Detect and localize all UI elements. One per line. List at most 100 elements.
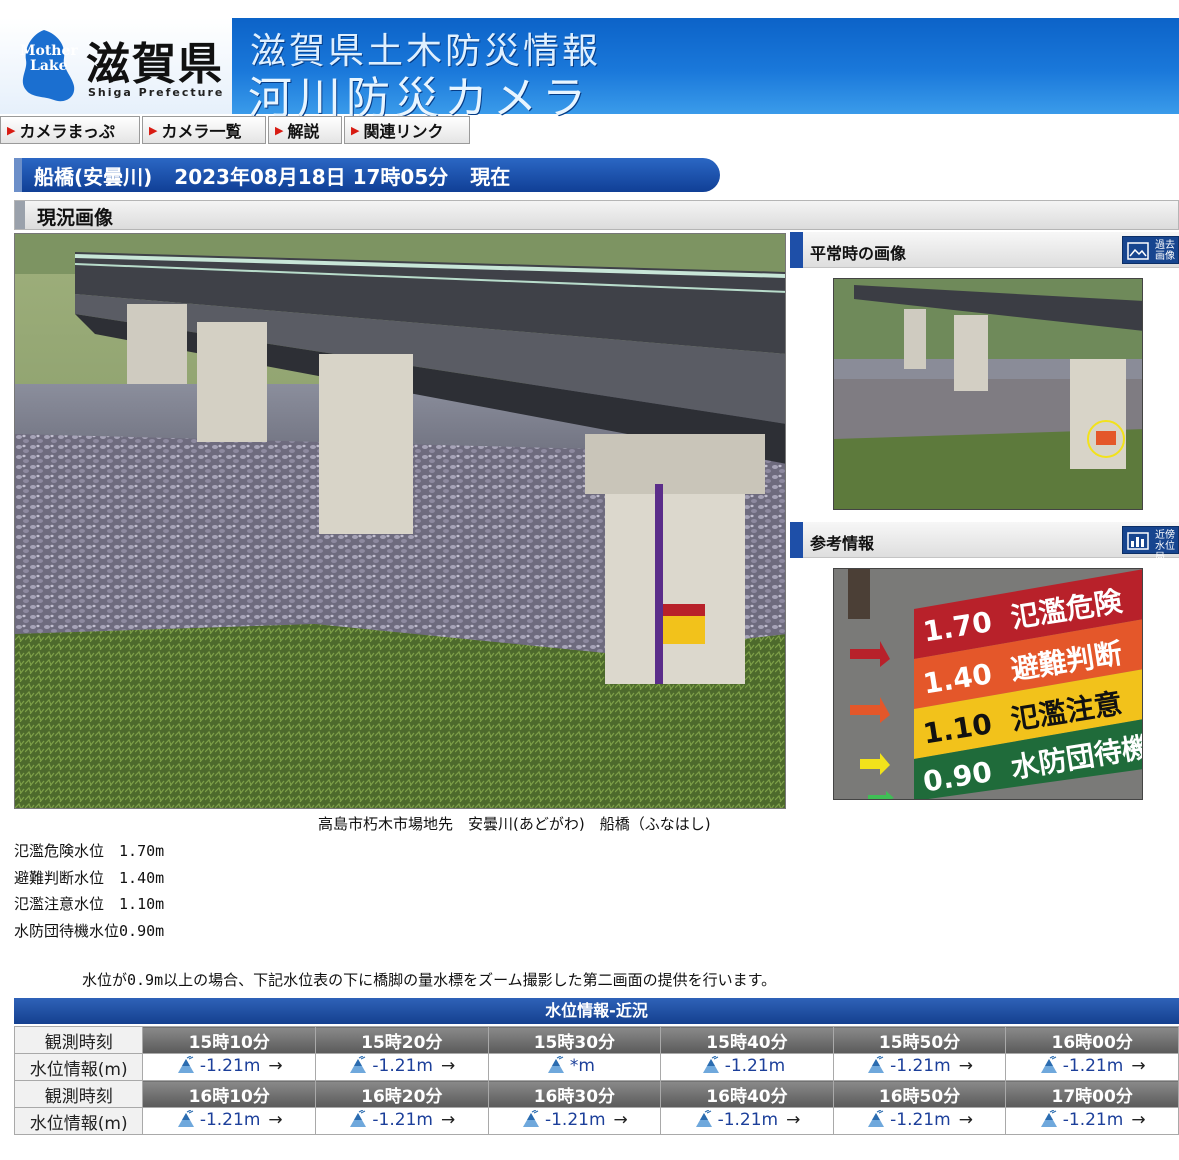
threshold-label: 避難判断水位 xyxy=(14,868,105,887)
station-name: 船橋(安曇川) xyxy=(34,164,153,189)
location-bar-accent xyxy=(14,158,22,192)
nav-explanation[interactable]: ▶ 解説 xyxy=(268,116,342,144)
play-triangle-icon: ▶ xyxy=(351,123,360,137)
panel-accent xyxy=(790,232,803,268)
threshold-label: 氾濫注意水位 xyxy=(14,895,105,913)
threshold-value: 1.70m xyxy=(119,842,165,860)
camera-photo xyxy=(15,234,785,808)
water-level-thresholds: 氾濫危険水位 1.70m 避難判断水位 1.40m 氾濫注意水位 1.10m 水… xyxy=(14,838,164,944)
water-level-table-title: 水位情報-近況 xyxy=(14,998,1179,1024)
normal-image-thumbnail[interactable] xyxy=(833,278,1143,510)
trend-arrow-icon: → xyxy=(1131,1109,1146,1130)
section-title: 現況画像 xyxy=(37,207,114,229)
water-level-icon xyxy=(176,1108,196,1133)
trend-arrow-icon: → xyxy=(1131,1055,1146,1076)
prefecture-name: 滋賀県 xyxy=(86,39,224,90)
nav-camera-map[interactable]: ▶ カメラまっぷ xyxy=(0,116,140,144)
water-level-icon xyxy=(694,1108,714,1133)
threshold-label: 水防団待機水位 xyxy=(14,921,120,940)
trend-arrow-icon: → xyxy=(613,1109,628,1130)
threshold-value: 0.90m xyxy=(119,921,165,940)
status-label: 現在 xyxy=(470,164,511,189)
water-level-icon xyxy=(1039,1054,1059,1079)
logo-text-top: Mother xyxy=(20,43,78,59)
threshold-row: 氾濫危険水位 1.70m xyxy=(14,838,164,865)
threshold-label: 氾濫危険水位 xyxy=(14,842,105,860)
observation-time: 15時20分 xyxy=(315,1026,489,1054)
water-level-icon xyxy=(701,1054,721,1079)
observation-time: 16時50分 xyxy=(832,1080,1007,1108)
water-level-cell: -1.21m → xyxy=(1005,1107,1179,1135)
prefecture-name-en: Shiga Prefecture xyxy=(88,86,225,99)
trend-arrow-icon: → xyxy=(958,1109,973,1130)
observation-time: 16時00分 xyxy=(1005,1026,1179,1054)
nearby-gauge-button[interactable]: 近傍水位局 xyxy=(1122,526,1179,563)
normal-image-title: 平常時の画像 xyxy=(810,244,907,263)
water-level-cell: -1.21m xyxy=(660,1053,834,1081)
normal-image-header: 平常時の画像 過去画像 xyxy=(790,232,1179,268)
trend-arrow-icon: → xyxy=(268,1109,283,1130)
play-triangle-icon: ▶ xyxy=(149,123,158,137)
live-camera-image[interactable] xyxy=(14,233,786,809)
nav-related-links[interactable]: ▶ 関連リンク xyxy=(344,116,470,144)
water-level-icon xyxy=(521,1108,541,1133)
water-level-value: -1.21m xyxy=(1062,1055,1124,1076)
logo-text-bottom: Lake xyxy=(30,58,68,74)
panel-accent xyxy=(790,522,803,558)
section-header: 現況画像 xyxy=(14,200,1179,230)
trend-arrow-icon: → xyxy=(268,1055,283,1076)
water-level-value: -1.21m xyxy=(717,1109,779,1130)
threshold-value: 1.40m xyxy=(119,868,165,887)
time-row-label: 観測時刻 xyxy=(13,1026,144,1054)
water-level-value: -1.21m xyxy=(890,1055,951,1076)
reference-sign-image[interactable]: 1.70 氾濫危険 1.40 避難判断 1.10 氾濫注意 0.90 水防団待機 xyxy=(833,568,1143,800)
water-level-table: 観測時刻 15時10分 15時20分 15時30分 15時40分 15時50分 16時00分… xyxy=(13,1026,1179,1135)
location-bar: 船橋(安曇川) 2023年08月18日 17時05分 現在 xyxy=(14,158,720,192)
nav-camera-list[interactable]: ▶ カメラ一覧 xyxy=(142,116,266,144)
observation-time: 15時30分 xyxy=(487,1026,662,1054)
water-level-value: -1.21m xyxy=(724,1055,786,1076)
water-level-icon xyxy=(866,1108,886,1133)
time-row: 観測時刻 16時10分 16時20分 16時30分 16時40分 16時50分 17時00分 xyxy=(13,1080,1179,1108)
prefecture-logo[interactable]: Mother Lake 滋賀県 Shiga Prefecture xyxy=(0,18,232,114)
picture-icon xyxy=(1127,242,1149,260)
water-level-value: -1.21m xyxy=(199,1109,261,1130)
past-images-button[interactable]: 過去画像 xyxy=(1122,236,1179,264)
threshold-row: 氾濫注意水位 1.10m xyxy=(14,891,164,918)
nav-label: 関連リンク xyxy=(363,122,444,141)
water-level-value: -1.21m xyxy=(890,1109,951,1130)
observation-time: 17時00分 xyxy=(1005,1080,1179,1108)
water-level-icon xyxy=(546,1054,566,1079)
threshold-row: 水防団待機水位0.90m xyxy=(14,918,164,945)
trend-arrow-icon: → xyxy=(440,1055,456,1076)
water-level-cell: -1.21m → xyxy=(142,1053,317,1081)
reference-title: 参考情報 xyxy=(810,534,875,553)
trend-arrow-icon: → xyxy=(786,1109,801,1130)
nav-label: カメラまっぷ xyxy=(19,122,115,141)
water-level-cell: *m xyxy=(487,1053,662,1081)
value-row: 水位情報(m) -1.21m → -1.21m → *m -1.21m -1.21m → -1.2… xyxy=(13,1053,1179,1081)
water-level-value: -1.21m xyxy=(544,1109,606,1130)
trend-arrow-icon: → xyxy=(440,1109,456,1130)
water-level-cell: -1.21m → xyxy=(660,1107,834,1135)
observation-time: 16時30分 xyxy=(487,1080,662,1108)
water-level-cell: -1.21m → xyxy=(315,1053,489,1081)
value-row: 水位情報(m) -1.21m → -1.21m → -1.21m → -1.21m → -1.21… xyxy=(13,1107,1179,1135)
nav-label: カメラ一覧 xyxy=(161,122,242,141)
time-row-label: 観測時刻 xyxy=(13,1080,144,1108)
observation-time: 15時50分 xyxy=(832,1026,1007,1054)
main-nav: ▶ カメラまっぷ ▶ カメラ一覧 ▶ 解説 ▶ 関連リンク xyxy=(0,116,472,144)
camera-location-caption: 高島市朽木市場地先 安曇川(あどがわ) 船橋（ふなはし) xyxy=(318,815,711,833)
nearby-gauge-label: 近傍水位局 xyxy=(1155,530,1175,563)
value-row-label: 水位情報(m) xyxy=(13,1053,144,1081)
reference-header: 参考情報 近傍水位局 xyxy=(790,522,1179,563)
site-header: Mother Lake 滋賀県 Shiga Prefecture 滋賀県土木防災… xyxy=(0,18,1179,124)
observation-time: 16時10分 xyxy=(142,1080,317,1108)
water-level-value: *m xyxy=(569,1055,595,1076)
observation-time: 15時10分 xyxy=(142,1026,317,1054)
water-level-cell: -1.21m → xyxy=(315,1107,489,1135)
water-level-cell: -1.21m → xyxy=(832,1107,1007,1135)
water-level-cell: -1.21m → xyxy=(1005,1053,1179,1081)
trend-arrow-icon: → xyxy=(958,1055,973,1076)
value-row-label: 水位情報(m) xyxy=(13,1107,144,1135)
